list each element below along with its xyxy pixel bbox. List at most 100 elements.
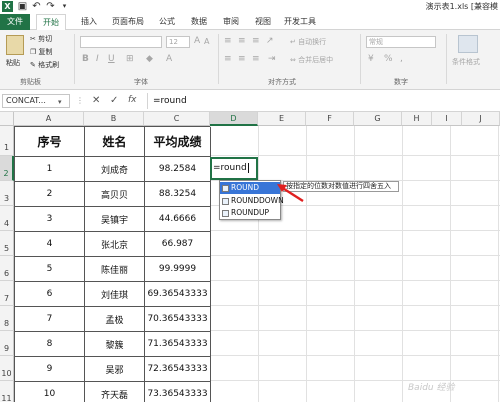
table-cell[interactable]: 3 — [15, 207, 85, 232]
border-icon[interactable]: ⊞ — [126, 54, 134, 64]
row-header-5[interactable]: 5 — [0, 231, 14, 256]
row-header-1[interactable]: 1 — [0, 126, 14, 156]
table-cell[interactable]: 69.36543333 — [145, 282, 211, 307]
table-cell[interactable]: 8 — [15, 332, 85, 357]
table-cell[interactable]: 1 — [15, 157, 85, 182]
column-header-c[interactable]: C — [144, 112, 210, 126]
row-header-8[interactable]: 8 — [0, 306, 14, 331]
row-header-6[interactable]: 6 — [0, 256, 14, 281]
font-size-select[interactable]: 12 — [166, 36, 190, 48]
column-header-d[interactable]: D — [210, 112, 258, 126]
merge-center-button[interactable]: ⇔ 合并后居中 — [290, 55, 333, 65]
table-cell[interactable]: 吴镇宇 — [85, 207, 145, 232]
underline-icon[interactable]: U — [108, 54, 115, 64]
paste-icon[interactable] — [6, 35, 24, 55]
undo-icon[interactable]: ↶ — [31, 1, 42, 12]
save-icon[interactable]: ▣ — [17, 1, 28, 12]
font-name-select[interactable] — [80, 36, 162, 48]
insert-function-button[interactable]: fx — [128, 95, 137, 105]
conditional-format-icon[interactable] — [458, 35, 478, 53]
redo-icon[interactable]: ↷ — [45, 1, 56, 12]
currency-icon[interactable]: ¥ — [368, 54, 374, 64]
tab-page-layout[interactable]: 页面布局 — [106, 14, 150, 30]
table-cell[interactable]: 6 — [15, 282, 85, 307]
align-center-icon[interactable]: ≡ — [238, 54, 246, 64]
table-cell[interactable]: 73.36543333 — [145, 382, 211, 402]
column-header-i[interactable]: I — [432, 112, 462, 126]
table-cell[interactable]: 99.9999 — [145, 257, 211, 282]
table-cell[interactable]: 孟极 — [85, 307, 145, 332]
table-cell[interactable]: 高贝贝 — [85, 182, 145, 207]
header-cell-index[interactable]: 序号 — [15, 127, 85, 157]
comma-icon[interactable]: , — [400, 54, 403, 64]
shrink-font-icon[interactable]: A — [204, 37, 209, 46]
percent-icon[interactable]: % — [384, 54, 393, 64]
wrap-text-button[interactable]: ↵ 自动换行 — [290, 37, 326, 47]
orientation-icon[interactable]: ↗ — [266, 36, 274, 46]
paste-button[interactable]: 粘贴 — [6, 58, 20, 68]
column-header-h[interactable]: H — [402, 112, 432, 126]
table-cell[interactable]: 66.987 — [145, 232, 211, 257]
row-header-2[interactable]: 2 — [0, 156, 14, 181]
align-middle-icon[interactable]: ≡ — [238, 36, 246, 46]
tab-developer[interactable]: 开发工具 — [280, 14, 320, 30]
copy-button[interactable]: ❐ 复制 — [30, 47, 53, 57]
number-format-select[interactable]: 常规 — [366, 36, 436, 48]
table-cell[interactable]: 刘佳琪 — [85, 282, 145, 307]
header-cell-average[interactable]: 平均成绩 — [145, 127, 211, 157]
conditional-format-button[interactable]: 条件格式 — [452, 57, 480, 67]
table-cell[interactable]: 10 — [15, 382, 85, 402]
autocomplete-item-rounddown[interactable]: ROUNDDOWN — [220, 195, 284, 207]
table-cell[interactable]: 70.36543333 — [145, 307, 211, 332]
align-top-icon[interactable]: ≡ — [224, 36, 232, 46]
table-cell[interactable]: 吴邪 — [85, 357, 145, 382]
drag-handle-icon[interactable]: ⋮ — [76, 96, 84, 105]
row-header-11[interactable]: 11 — [0, 381, 14, 402]
column-header-e[interactable]: E — [258, 112, 306, 126]
tab-data[interactable]: 数据 — [184, 14, 214, 30]
grow-font-icon[interactable]: A — [194, 36, 200, 46]
align-left-icon[interactable]: ≡ — [224, 54, 232, 64]
formula-input[interactable]: =round — [153, 96, 187, 106]
table-cell[interactable]: 5 — [15, 257, 85, 282]
table-cell[interactable]: 98.2584 — [145, 157, 211, 182]
tab-file[interactable]: 文件 — [0, 14, 30, 30]
format-painter-button[interactable]: ✎ 格式刷 — [30, 60, 59, 70]
enter-formula-button[interactable]: ✓ — [110, 95, 118, 106]
italic-icon[interactable]: I — [96, 54, 99, 64]
align-right-icon[interactable]: ≡ — [252, 54, 260, 64]
table-cell[interactable]: 44.6666 — [145, 207, 211, 232]
row-header-9[interactable]: 9 — [0, 331, 14, 356]
column-header-g[interactable]: G — [354, 112, 402, 126]
table-cell[interactable]: 71.36543333 — [145, 332, 211, 357]
active-cell-d2[interactable]: =round — [210, 157, 258, 180]
table-cell[interactable]: 4 — [15, 232, 85, 257]
align-bottom-icon[interactable]: ≡ — [252, 36, 260, 46]
bold-icon[interactable]: B — [82, 54, 89, 64]
table-cell[interactable]: 陈佳丽 — [85, 257, 145, 282]
row-header-10[interactable]: 10 — [0, 356, 14, 381]
table-cell[interactable]: 张北京 — [85, 232, 145, 257]
column-header-a[interactable]: A — [14, 112, 84, 126]
header-cell-name[interactable]: 姓名 — [85, 127, 145, 157]
qat-dropdown-icon[interactable]: ▾ — [59, 1, 70, 12]
table-cell[interactable]: 刘成奇 — [85, 157, 145, 182]
table-cell[interactable]: 黎簇 — [85, 332, 145, 357]
autocomplete-item-round[interactable]: ROUND — [220, 182, 280, 194]
name-box-dropdown-icon[interactable]: ▾ — [58, 98, 62, 106]
tab-home[interactable]: 开始 — [36, 14, 66, 31]
tab-insert[interactable]: 插入 — [74, 14, 104, 30]
column-header-b[interactable]: B — [84, 112, 144, 126]
table-cell[interactable]: 2 — [15, 182, 85, 207]
column-header-f[interactable]: F — [306, 112, 354, 126]
select-all-corner[interactable] — [0, 112, 14, 126]
cut-button[interactable]: ✂ 剪切 — [30, 34, 52, 44]
table-cell[interactable]: 9 — [15, 357, 85, 382]
row-header-7[interactable]: 7 — [0, 281, 14, 306]
tab-formulas[interactable]: 公式 — [152, 14, 182, 30]
table-cell[interactable]: 7 — [15, 307, 85, 332]
fill-color-icon[interactable]: ◆ — [146, 54, 153, 64]
table-cell[interactable]: 88.3254 — [145, 182, 211, 207]
cancel-formula-button[interactable]: ✕ — [92, 95, 100, 106]
row-header-3[interactable]: 3 — [0, 181, 14, 206]
